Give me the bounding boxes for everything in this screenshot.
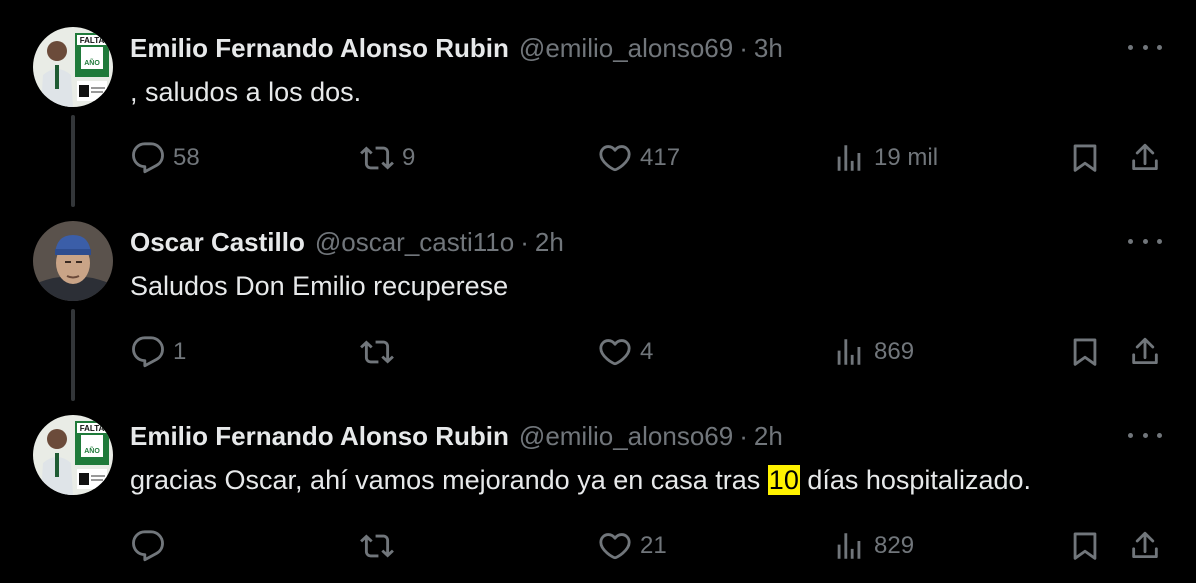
reply-button[interactable]: 58	[131, 138, 200, 178]
author-name[interactable]: Emilio Fernando Alonso Rubin	[130, 33, 509, 64]
share-icon	[1128, 335, 1162, 369]
views-button[interactable]: 829	[832, 526, 914, 566]
author-name[interactable]: Oscar Castillo	[130, 227, 305, 258]
highlighted-number: 10	[767, 465, 800, 495]
like-icon	[598, 335, 632, 369]
timestamp[interactable]: 3h	[754, 33, 783, 64]
share-button[interactable]	[1128, 138, 1162, 178]
tweet-header: Emilio Fernando Alonso Rubin @emilio_alo…	[130, 32, 783, 64]
views-icon	[832, 335, 866, 369]
tweet-text: Saludos Don Emilio recuperese	[130, 271, 509, 301]
bookmark-button[interactable]	[1068, 332, 1102, 372]
like-button[interactable]: 4	[598, 332, 653, 372]
more-icon[interactable]	[1128, 230, 1162, 252]
avatar-label-text: AÑO	[84, 58, 100, 67]
tweet[interactable]: FALTA AÑO Emilio Fernando Alonso Rubin @…	[0, 388, 1196, 583]
share-icon	[1128, 141, 1162, 175]
views-count: 829	[874, 532, 915, 559]
avatar[interactable]: FALTA AÑO	[33, 27, 113, 107]
avatar-image: FALTA AÑO	[33, 415, 113, 495]
tweet-text-before: gracias Oscar, ahí vamos mejorando ya en…	[130, 465, 768, 495]
tweet[interactable]: Oscar Castillo @oscar_casti11o · 2h Salu…	[0, 194, 1196, 401]
views-icon	[832, 529, 866, 563]
tweet-text: , saludos a los dos.	[130, 77, 362, 107]
share-button[interactable]	[1128, 526, 1162, 566]
avatar-badge-text: FALTA	[80, 36, 105, 45]
views-count: 869	[874, 338, 915, 365]
bookmark-button[interactable]	[1068, 526, 1102, 566]
retweet-count: 9	[402, 144, 416, 171]
retweet-button[interactable]: 9	[360, 138, 415, 178]
separator: ·	[520, 226, 529, 257]
like-button[interactable]: 417	[598, 138, 680, 178]
tweet-header: Emilio Fernando Alonso Rubin @emilio_alo…	[130, 420, 783, 452]
action-bar: 1 4 869	[0, 332, 1196, 372]
timestamp[interactable]: 2h	[754, 421, 783, 452]
bookmark-icon	[1068, 141, 1102, 175]
tweet[interactable]: FALTA AÑO Emilio Fernando Alonso Rubin @…	[0, 0, 1196, 207]
like-count: 21	[640, 532, 667, 559]
avatar[interactable]	[33, 221, 113, 301]
avatar[interactable]: FALTA AÑO	[33, 415, 113, 495]
separator: ·	[739, 420, 748, 451]
like-icon	[598, 141, 632, 175]
more-icon[interactable]	[1128, 424, 1162, 446]
like-count: 417	[640, 144, 681, 171]
timestamp[interactable]: 2h	[535, 227, 564, 258]
reply-count: 1	[173, 338, 187, 365]
share-button[interactable]	[1128, 332, 1162, 372]
bookmark-icon	[1068, 335, 1102, 369]
separator: ·	[739, 32, 748, 63]
reply-icon	[131, 529, 165, 563]
views-button[interactable]: 19 mil	[832, 138, 938, 178]
reply-count: 58	[173, 144, 200, 171]
like-icon	[598, 529, 632, 563]
tweet-header: Oscar Castillo @oscar_casti11o · 2h	[130, 226, 564, 258]
retweet-icon	[360, 529, 394, 563]
retweet-icon	[360, 335, 394, 369]
bookmark-button[interactable]	[1068, 138, 1102, 178]
action-bar: 58 9 417 19 mil	[0, 138, 1196, 178]
share-icon	[1128, 529, 1162, 563]
action-bar: 21 829	[0, 526, 1196, 566]
retweet-button[interactable]	[360, 526, 402, 566]
like-button[interactable]: 21	[598, 526, 667, 566]
avatar-image: FALTA AÑO	[33, 27, 113, 107]
views-icon	[832, 141, 866, 175]
reply-button[interactable]	[131, 526, 173, 566]
retweet-icon	[360, 141, 394, 175]
author-handle[interactable]: @emilio_alonso69	[519, 33, 733, 64]
retweet-button[interactable]	[360, 332, 402, 372]
tweet-text-after: días hospitalizado.	[799, 465, 1031, 495]
like-count: 4	[640, 338, 654, 365]
author-handle[interactable]: @oscar_casti11o	[315, 227, 514, 258]
reply-icon	[131, 335, 165, 369]
avatar-label-text: AÑO	[84, 446, 100, 455]
tweet-text: gracias Oscar, ahí vamos mejorando ya en…	[130, 465, 1031, 496]
views-count: 19 mil	[874, 144, 939, 171]
author-name[interactable]: Emilio Fernando Alonso Rubin	[130, 421, 509, 452]
avatar-image	[33, 221, 113, 301]
avatar-badge-text: FALTA	[80, 424, 105, 433]
reply-button[interactable]: 1	[131, 332, 186, 372]
reply-icon	[131, 141, 165, 175]
bookmark-icon	[1068, 529, 1102, 563]
views-button[interactable]: 869	[832, 332, 914, 372]
more-icon[interactable]	[1128, 36, 1162, 58]
author-handle[interactable]: @emilio_alonso69	[519, 421, 733, 452]
